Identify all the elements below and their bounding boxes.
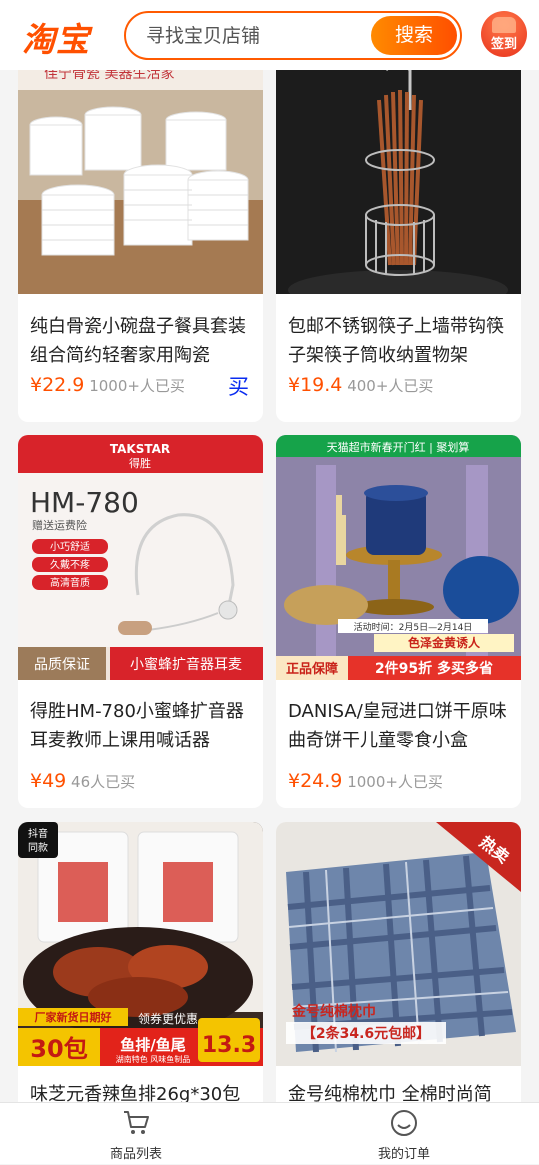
event-text: 天猫超市新春开门红 | 聚划算	[327, 440, 470, 454]
product-card[interactable]: 热卖 金号纯棉枕巾 【2条34.6元包邮】 金号纯棉枕巾 全棉时尚简	[276, 822, 521, 1142]
coupon-text: 领券更优惠	[138, 1011, 198, 1026]
date-text: 活动时间：2月5日—2月14日	[354, 621, 473, 633]
douyin-tag: 抖音	[28, 827, 48, 840]
product-price: ¥22.9	[30, 374, 85, 396]
product-title[interactable]: 得胜HM-780小蜜蜂扩音器耳麦教师上课用喊话器	[30, 697, 252, 755]
image-price-text: 13.3	[202, 1033, 256, 1058]
bottom-tabbar: 商品列表 我的订单	[0, 1102, 539, 1164]
gift-text: 色泽金黄诱人	[408, 635, 481, 650]
sales-count: 400+人已买	[347, 377, 434, 395]
model-text: HM-780	[30, 486, 139, 519]
douyin-tag: 同款	[28, 841, 48, 854]
product-card[interactable]: TAKSTAR 得胜 HM-780 赠送运费险 小巧舒适 久戴不疼 高清音质 品…	[18, 435, 263, 808]
brand-text: TAKSTAR	[110, 442, 170, 456]
tab-product-list[interactable]: 商品列表	[76, 1103, 196, 1165]
product-image[interactable]: 热卖 金号纯棉枕巾 【2条34.6元包邮】	[276, 822, 521, 1066]
price-row: ¥19.4 400+人已买	[288, 374, 433, 396]
price-row: ¥24.9 1000+人已买	[288, 770, 443, 792]
count-text: 30包	[30, 1035, 87, 1063]
tab-label: 商品列表	[109, 1147, 162, 1162]
signin-button[interactable]: 签到	[481, 11, 527, 57]
feature-text: 久戴不疼	[50, 558, 90, 571]
feature-text: 小巧舒适	[50, 540, 90, 553]
banner-text: 厂家新货日期好	[35, 1010, 112, 1024]
sales-count: 1000+人已买	[89, 377, 185, 395]
product-image[interactable]: 佳宁骨瓷 美器生活家	[18, 50, 263, 294]
sales-count: 46人已买	[71, 773, 136, 791]
product-title[interactable]: 包邮不锈钢筷子上墙带钩筷子架筷子筒收纳置物架	[288, 312, 510, 370]
product-image[interactable]	[276, 50, 521, 294]
buy-button[interactable]: 买	[228, 371, 249, 401]
feature-text: 高清音质	[50, 576, 90, 589]
search-bar[interactable]: 搜索	[124, 11, 462, 60]
product-name-text: 金号纯棉枕巾	[291, 1003, 376, 1020]
product-price: ¥24.9	[288, 770, 343, 792]
product-image[interactable]: 抖音 同款 厂家新货日期好 领券更优惠 30包 鱼排/鱼尾 湖南特色 风味鱼制品…	[18, 822, 263, 1066]
promo-text: 2件95折 多买多省	[375, 660, 493, 677]
signin-label: 签到	[490, 37, 517, 52]
product-image[interactable]: 天猫超市新春开门红 | 聚划算 活动时间：2月5日—2月14日 色泽金黄诱人 正…	[276, 435, 521, 680]
caption-text: 小蜜蜂扩音器耳麦	[130, 656, 242, 673]
sales-count: 1000+人已买	[347, 773, 443, 791]
product-card[interactable]: 抖音 同款 厂家新货日期好 领券更优惠 30包 鱼排/鱼尾 湖南特色 风味鱼制品…	[18, 822, 263, 1142]
product-title[interactable]: DANISA/皇冠进口饼干原味曲奇饼干儿童零食小盒	[288, 697, 510, 755]
smile-icon	[391, 1110, 417, 1136]
price-row: ¥49 46人已买	[30, 770, 135, 792]
product-card[interactable]: 佳宁骨瓷 美器生活家 纯白骨瓷小碗盘子餐具套装组合简约轻奢家用陶瓷 ¥22.9 …	[18, 50, 263, 422]
cart-icon	[124, 1111, 149, 1134]
tab-label: 我的订单	[377, 1147, 430, 1162]
product-price: ¥19.4	[288, 374, 343, 396]
top-header: 淘宝 搜索 签到	[0, 0, 539, 70]
genuine-badge: 正品保障	[286, 661, 338, 677]
product-title[interactable]: 纯白骨瓷小碗盘子餐具套装组合简约轻奢家用陶瓷	[30, 312, 252, 370]
product-card[interactable]: 包邮不锈钢筷子上墙带钩筷子架筷子筒收纳置物架 ¥19.4 400+人已买	[276, 50, 521, 422]
search-button[interactable]: 搜索	[371, 16, 457, 55]
product-image[interactable]: TAKSTAR 得胜 HM-780 赠送运费险 小巧舒适 久戴不疼 高清音质 品…	[18, 435, 263, 680]
price-row: ¥22.9 1000+人已买	[30, 374, 185, 396]
gift-text: 赠送运费险	[32, 518, 87, 532]
product-name-text: 鱼排/鱼尾	[120, 1036, 185, 1054]
taobao-logo[interactable]: 淘宝	[22, 13, 90, 61]
search-input[interactable]	[146, 13, 376, 58]
sub-text: 湖南特色 风味鱼制品	[116, 1054, 191, 1064]
product-card[interactable]: 天猫超市新春开门红 | 聚划算 活动时间：2月5日—2月14日 色泽金黄诱人 正…	[276, 435, 521, 808]
brand-cn-text: 得胜	[129, 456, 151, 470]
quality-badge: 品质保证	[34, 657, 90, 673]
tab-my-orders[interactable]: 我的订单	[344, 1103, 464, 1165]
product-price: ¥49	[30, 770, 67, 792]
promo-text: 【2条34.6元包邮】	[302, 1025, 430, 1042]
gift-icon	[492, 17, 516, 33]
